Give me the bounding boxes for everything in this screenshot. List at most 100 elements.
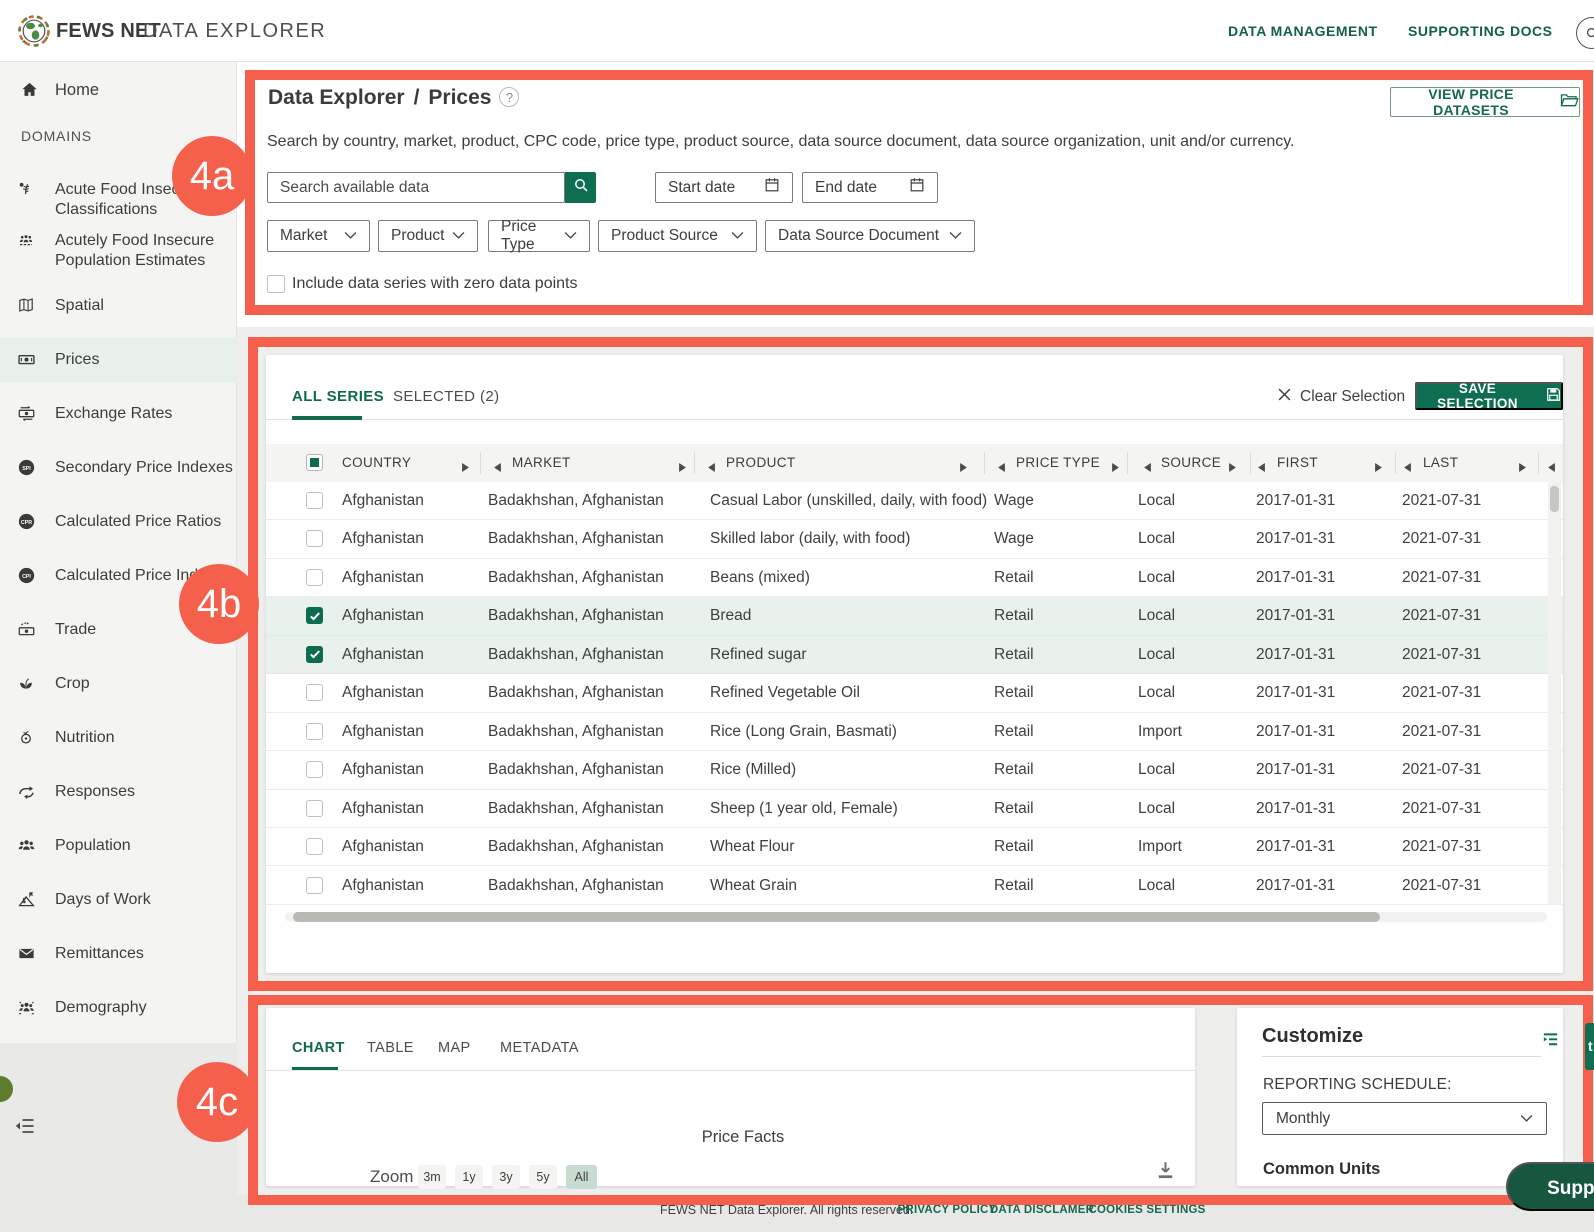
column-header-country[interactable]: COUNTRY: [342, 444, 411, 482]
zero-data-checkbox[interactable]: [267, 275, 285, 293]
filter-product-source[interactable]: Product Source: [598, 220, 757, 252]
table-row[interactable]: AfghanistanBadakhshan, AfghanistanWheat …: [266, 828, 1563, 866]
row-checkbox[interactable]: [306, 530, 323, 547]
clear-selection-button[interactable]: Clear Selection: [1277, 388, 1405, 406]
sort-right-icon[interactable]: [1229, 459, 1235, 467]
zoom-3y[interactable]: 3y: [492, 1165, 520, 1189]
breadcrumb-root[interactable]: Data Explorer: [268, 86, 405, 109]
row-checkbox[interactable]: [306, 646, 323, 663]
search-input[interactable]: Search available data: [267, 172, 565, 203]
footer-link-privacy-policy[interactable]: PRIVACY POLICY: [898, 1204, 997, 1216]
horizontal-scrollbar-thumb[interactable]: [293, 912, 1380, 922]
vertical-scrollbar-thumb[interactable]: [1550, 486, 1559, 512]
end-date-input[interactable]: End date: [802, 172, 938, 203]
customize-list-icon[interactable]: [1541, 1030, 1560, 1054]
sidebar-item-home[interactable]: Home: [0, 70, 237, 110]
row-checkbox[interactable]: [306, 569, 323, 586]
table-row[interactable]: AfghanistanBadakhshan, AfghanistanRefine…: [266, 636, 1563, 674]
row-checkbox[interactable]: [306, 607, 323, 624]
search-icon[interactable]: [1576, 17, 1594, 49]
sort-right-icon[interactable]: [462, 459, 468, 467]
sort-left-icon[interactable]: [1404, 459, 1410, 467]
tab-all-series[interactable]: ALL SERIES: [292, 388, 384, 405]
nav-data-management[interactable]: DATA MANAGEMENT: [1228, 0, 1378, 62]
sidebar-item-crop[interactable]: Crop: [0, 662, 237, 706]
table-row[interactable]: AfghanistanBadakhshan, AfghanistanSheep …: [266, 790, 1563, 828]
row-checkbox[interactable]: [306, 723, 323, 740]
support-button[interactable]: Support: [1506, 1162, 1594, 1211]
column-header-first[interactable]: FIRST: [1277, 444, 1318, 482]
sidebar-item-spatial[interactable]: Spatial: [0, 284, 237, 328]
filter-data-source-document[interactable]: Data Source Document: [765, 220, 975, 252]
column-header-market[interactable]: MARKET: [512, 444, 571, 482]
sort-right-icon[interactable]: [960, 459, 966, 467]
sidebar-item-population[interactable]: Population: [0, 824, 237, 868]
row-checkbox[interactable]: [306, 761, 323, 778]
detail-tab-table[interactable]: TABLE: [367, 1040, 414, 1056]
sort-right-icon[interactable]: [1375, 459, 1381, 467]
detail-tab-chart[interactable]: CHART: [292, 1040, 345, 1056]
fewsnet-globe-logo-icon: [16, 13, 52, 49]
table-row[interactable]: AfghanistanBadakhshan, AfghanistanRice (…: [266, 713, 1563, 751]
table-row[interactable]: AfghanistanBadakhshan, AfghanistanCasual…: [266, 482, 1563, 520]
table-row[interactable]: AfghanistanBadakhshan, AfghanistanSkille…: [266, 520, 1563, 558]
filter-market[interactable]: Market: [267, 220, 370, 252]
sort-left-icon[interactable]: [998, 459, 1004, 467]
row-checkbox[interactable]: [306, 838, 323, 855]
sort-right-icon[interactable]: [1519, 459, 1525, 467]
filter-price-type[interactable]: Price Type: [488, 220, 590, 252]
table-row[interactable]: AfghanistanBadakhshan, AfghanistanBreadR…: [266, 597, 1563, 635]
select-all-checkbox[interactable]: [306, 454, 323, 471]
table-row[interactable]: AfghanistanBadakhshan, AfghanistanWheat …: [266, 867, 1563, 905]
row-checkbox[interactable]: [306, 800, 323, 817]
vertical-scrollbar-track[interactable]: [1548, 482, 1561, 905]
detail-tab-metadata[interactable]: METADATA: [500, 1040, 579, 1056]
nav-supporting-docs[interactable]: SUPPORTING DOCS: [1408, 0, 1552, 62]
filter-product[interactable]: Product: [378, 220, 478, 252]
zoom-1y[interactable]: 1y: [455, 1165, 483, 1189]
sort-left-icon[interactable]: [1548, 459, 1554, 467]
sidebar-item-prices[interactable]: Prices: [0, 338, 237, 382]
column-header-price-type[interactable]: PRICE TYPE: [1016, 444, 1100, 482]
zoom-all[interactable]: All: [566, 1165, 597, 1189]
help-icon[interactable]: ?: [499, 87, 519, 107]
table-row[interactable]: AfghanistanBadakhshan, AfghanistanRice (…: [266, 751, 1563, 789]
sort-left-icon[interactable]: [1258, 459, 1264, 467]
detail-tab-map[interactable]: MAP: [438, 1040, 471, 1056]
row-checkbox[interactable]: [306, 877, 323, 894]
table-row[interactable]: AfghanistanBadakhshan, AfghanistanBeans …: [266, 559, 1563, 597]
sidebar-item-days-of-work[interactable]: Days of Work: [0, 878, 237, 922]
row-checkbox[interactable]: [306, 492, 323, 509]
view-price-datasets-button[interactable]: VIEW PRICE DATASETS: [1390, 87, 1580, 117]
tab-selected[interactable]: SELECTED (2): [393, 388, 500, 405]
footer-link-data-disclamer[interactable]: DATA DISCLAMER: [990, 1204, 1094, 1216]
save-selection-button[interactable]: SAVE SELECTION: [1415, 382, 1563, 410]
sort-left-icon[interactable]: [708, 459, 714, 467]
table-row[interactable]: AfghanistanBadakhshan, AfghanistanRefine…: [266, 674, 1563, 712]
sort-right-icon[interactable]: [1112, 459, 1118, 467]
sort-left-icon[interactable]: [494, 459, 500, 467]
zoom-5y[interactable]: 5y: [529, 1165, 557, 1189]
row-checkbox[interactable]: [306, 684, 323, 701]
column-header-product[interactable]: PRODUCT: [726, 444, 796, 482]
download-icon[interactable]: [1155, 1160, 1176, 1186]
zoom-3m[interactable]: 3m: [418, 1165, 446, 1189]
sidebar-item-secondary-price-indexes[interactable]: SPISecondary Price Indexes: [0, 446, 237, 490]
footer-link-cookies-settings[interactable]: COOKIES SETTINGS: [1089, 1204, 1206, 1216]
search-submit-button[interactable]: [565, 172, 596, 203]
sidebar-item-remittances[interactable]: Remittances: [0, 932, 237, 976]
sidebar-item-exchange-rates[interactable]: Exchange Rates: [0, 392, 237, 436]
sidebar-item-calculated-price-ratios[interactable]: CPRCalculated Price Ratios: [0, 500, 237, 544]
sidebar-collapse-icon[interactable]: [14, 1115, 36, 1137]
sidebar-item-acutely-food-insecure[interactable]: Acutely Food InsecurePopulation Estimate…: [0, 228, 237, 272]
sort-left-icon[interactable]: [1144, 459, 1150, 467]
column-header-last[interactable]: LAST: [1423, 444, 1458, 482]
reporting-schedule-select[interactable]: Monthly: [1262, 1102, 1547, 1135]
sidebar-item-nutrition[interactable]: Nutrition: [0, 716, 237, 760]
sort-right-icon[interactable]: [679, 459, 685, 467]
column-header-source[interactable]: SOURCE: [1161, 444, 1221, 482]
sidebar-item-responses[interactable]: Responses: [0, 770, 237, 814]
right-edge-tab[interactable]: t: [1585, 1023, 1594, 1070]
start-date-input[interactable]: Start date: [655, 172, 793, 203]
sidebar-item-demography[interactable]: Demography: [0, 986, 237, 1030]
